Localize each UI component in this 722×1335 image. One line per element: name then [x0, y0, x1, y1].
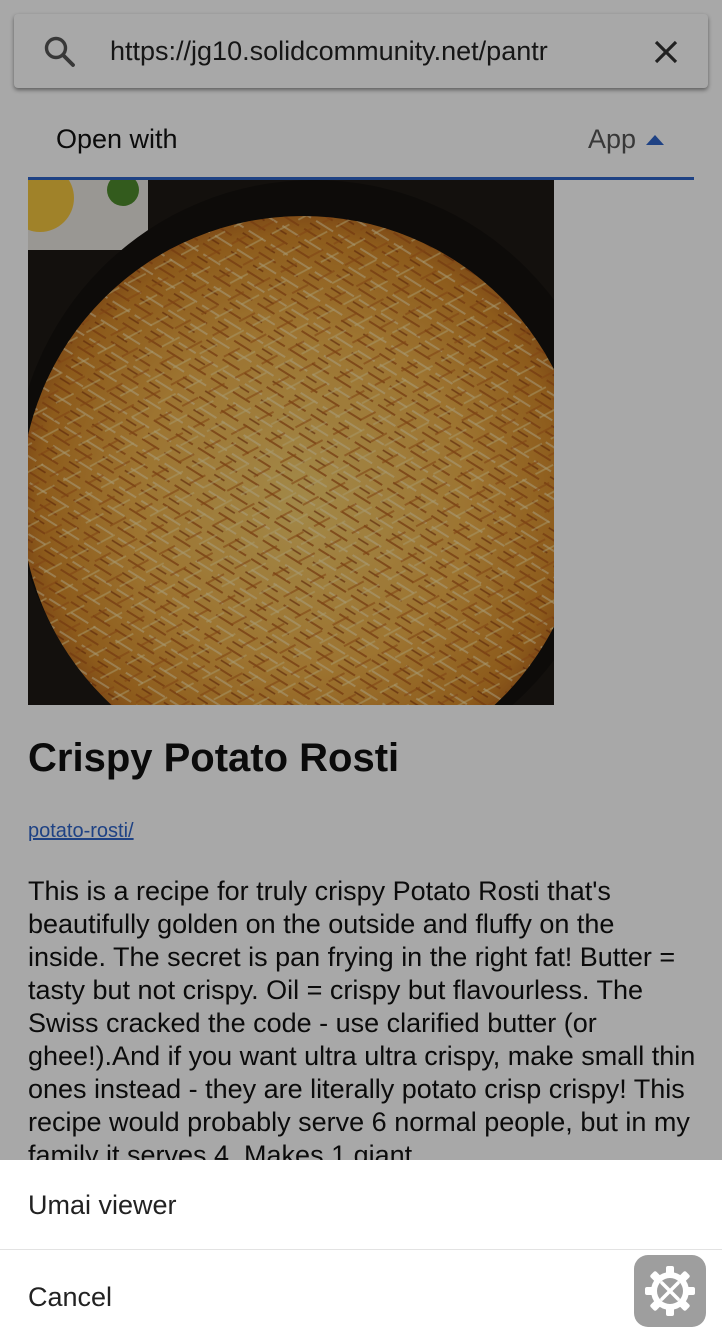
sheet-item-cancel[interactable]: Cancel — [0, 1252, 722, 1335]
browser-page: Open with App — [0, 0, 722, 1335]
bottom-sheet: Umai viewer Cancel — [0, 1160, 722, 1335]
sheet-item-umai-viewer[interactable]: Umai viewer — [0, 1160, 722, 1250]
settings-tools-icon — [645, 1266, 695, 1316]
settings-fab-button[interactable] — [634, 1255, 706, 1327]
modal-scrim[interactable] — [0, 0, 722, 1160]
